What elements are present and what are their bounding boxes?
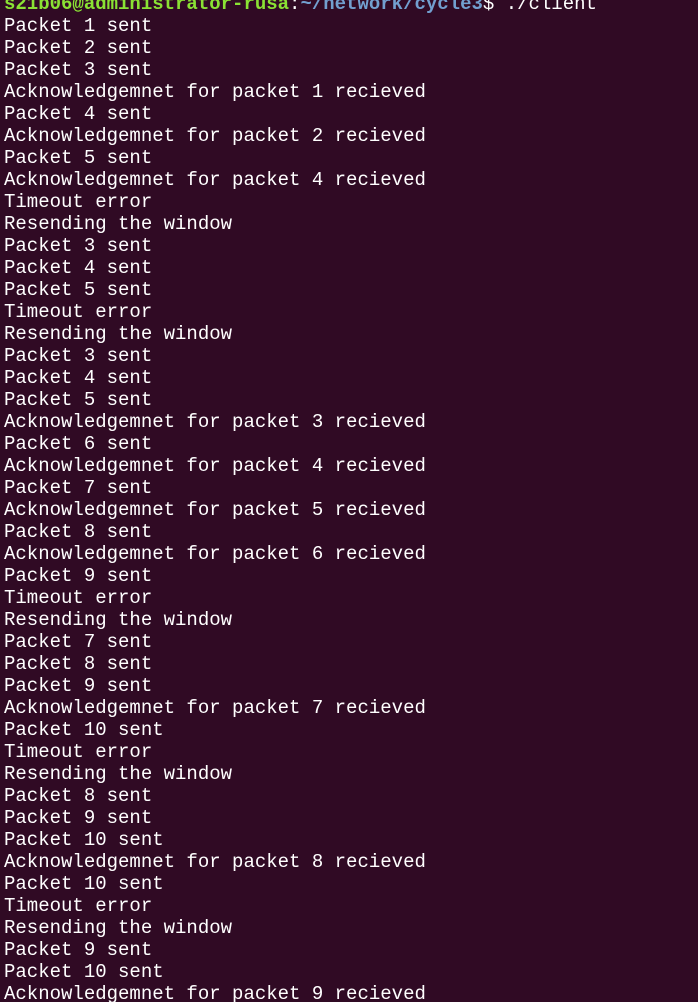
output-line: Packet 3 sent — [4, 59, 153, 81]
output-line: Packet 3 sent — [4, 235, 153, 257]
output-line: Timeout error — [4, 587, 153, 609]
output-line: Packet 1 sent — [4, 15, 153, 37]
output-line: Acknowledgemnet for packet 3 recieved — [4, 411, 426, 433]
prompt-symbol: $ — [482, 0, 495, 15]
output-line: Acknowledgemnet for packet 9 recieved — [4, 983, 426, 1002]
output-line: Packet 7 sent — [4, 477, 153, 499]
output-line: Resending the window — [4, 323, 233, 345]
output-line: Packet 6 sent — [4, 433, 153, 455]
output-line: Packet 9 sent — [4, 565, 153, 587]
prompt-line: s21b06@administrator-rusa:~/network/cycl… — [4, 0, 698, 15]
output-line: Resending the window — [4, 763, 233, 785]
output-line: Packet 8 sent — [4, 653, 153, 675]
output-line: Packet 10 sent — [4, 719, 164, 741]
output-line: Packet 9 sent — [4, 807, 153, 829]
output-line: Timeout error — [4, 741, 153, 763]
terminal-window[interactable]: s21b06@administrator-rusa:~/network/cycl… — [0, 0, 698, 1002]
output-line: Packet 4 sent — [4, 257, 153, 279]
output-line: Packet 5 sent — [4, 147, 153, 169]
output-line: Packet 9 sent — [4, 675, 153, 697]
output-line: Timeout error — [4, 895, 153, 917]
output-line: Packet 8 sent — [4, 785, 153, 807]
output-line: Resending the window — [4, 609, 233, 631]
output-line: Packet 9 sent — [4, 939, 153, 961]
output-line: Acknowledgemnet for packet 2 recieved — [4, 125, 426, 147]
output-line: Packet 10 sent — [4, 829, 164, 851]
output-line: Packet 4 sent — [4, 103, 153, 125]
output-line: Packet 4 sent — [4, 367, 153, 389]
output-line: Resending the window — [4, 213, 233, 235]
output-line: Packet 5 sent — [4, 389, 153, 411]
output-line: Resending the window — [4, 917, 233, 939]
output-line: Packet 7 sent — [4, 631, 153, 653]
prompt-user-host: s21b06@administrator-rusa — [4, 0, 290, 15]
terminal-output: Packet 1 sent Packet 2 sent Packet 3 sent A… — [4, 15, 698, 1002]
output-line: Acknowledgemnet for packet 4 recieved — [4, 455, 426, 477]
output-line: Acknowledgemnet for packet 4 recieved — [4, 169, 426, 191]
output-line: Timeout error — [4, 191, 153, 213]
output-line: Acknowledgemnet for packet 5 recieved — [4, 499, 426, 521]
output-line: Acknowledgemnet for packet 8 recieved — [4, 851, 426, 873]
prompt-path: ~/network/cycle3 — [300, 0, 483, 15]
output-line: Acknowledgemnet for packet 6 recieved — [4, 543, 426, 565]
output-line: Packet 10 sent — [4, 873, 164, 895]
command-text: ./client — [494, 0, 597, 15]
output-line: Packet 3 sent — [4, 345, 153, 367]
output-line: Acknowledgemnet for packet 7 recieved — [4, 697, 426, 719]
output-line: Packet 8 sent — [4, 521, 153, 543]
output-line: Packet 10 sent — [4, 961, 164, 983]
prompt-separator: : — [289, 0, 301, 15]
output-line: Packet 5 sent — [4, 279, 153, 301]
output-line: Acknowledgemnet for packet 1 recieved — [4, 81, 426, 103]
output-line: Packet 2 sent — [4, 37, 153, 59]
terminal-screen: s21b06@administrator-rusa:~/network/cycl… — [4, 0, 698, 1002]
output-line: Timeout error — [4, 301, 153, 323]
